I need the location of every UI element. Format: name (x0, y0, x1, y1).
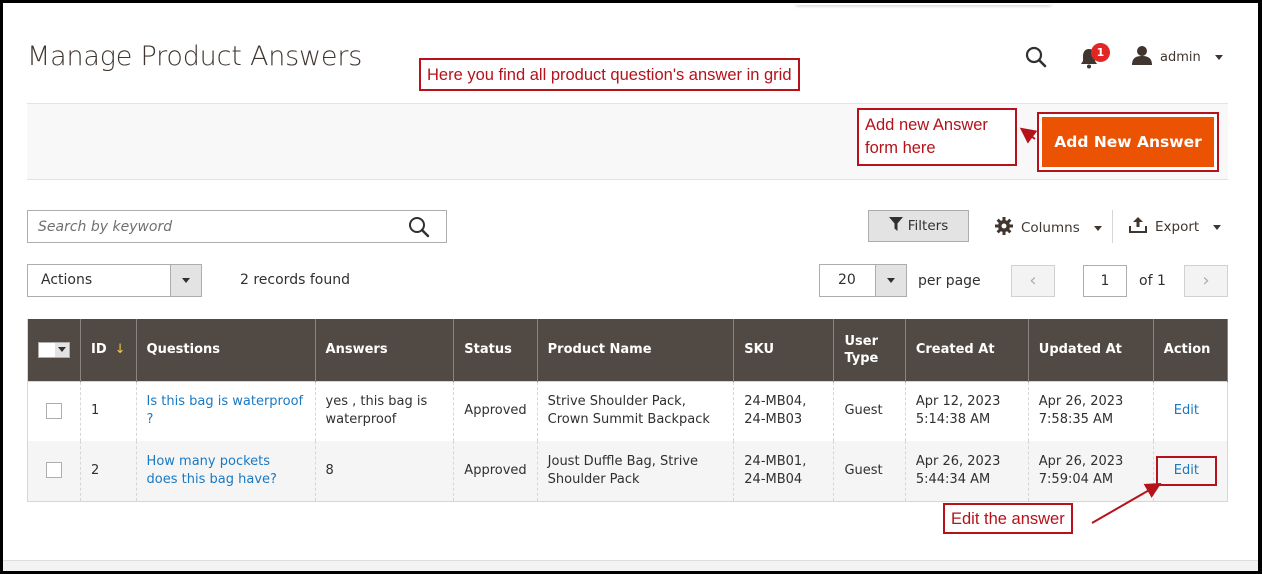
edit-link-highlight: Edit (1155, 455, 1217, 486)
question-link[interactable]: Is this bag is waterproof ? (147, 394, 304, 427)
row-checkbox[interactable] (46, 402, 62, 419)
edit-link[interactable]: Edit (1174, 403, 1199, 418)
chevron-down-icon (58, 347, 66, 353)
previous-page-button[interactable]: ‹ (1011, 265, 1055, 297)
user-icon (1132, 45, 1152, 69)
row-checkbox[interactable] (46, 462, 62, 479)
search-icon[interactable] (408, 216, 430, 238)
mass-actions-select[interactable]: Actions (27, 264, 202, 297)
column-header-created-at[interactable]: Created At (904, 319, 1029, 381)
cell-status: Approved (453, 381, 538, 441)
per-page-label: per page (918, 273, 981, 289)
chevron-right-icon: › (1202, 270, 1210, 291)
column-header-answers[interactable]: Answers (314, 319, 455, 381)
cell-sku: 24-MB04, 24-MB03 (733, 381, 835, 441)
column-header-status[interactable]: Status (453, 319, 538, 381)
export-button[interactable]: Export (1129, 217, 1222, 237)
annotation-edit-note: Edit the answer (943, 503, 1073, 534)
column-header-user-type[interactable]: User Type (833, 319, 906, 381)
cell-product-name: Joust Duffle Bag, Strive Shoulder Pack (536, 441, 735, 501)
filters-label: Filters (907, 218, 949, 234)
column-header-id[interactable]: ID ↓ (80, 319, 137, 381)
cell-question: Is this bag is waterproof ? (135, 381, 316, 441)
search-input[interactable] (28, 211, 398, 242)
columns-label: Columns (1021, 220, 1080, 236)
row-select-cell (27, 381, 81, 441)
table-row: 2 How many pockets does this bag have? 8… (27, 441, 1229, 501)
annotation-grid-note: Here you find all product question's ans… (419, 58, 800, 91)
notifications-count-badge[interactable]: 1 (1091, 43, 1110, 62)
page-footer-bar (3, 560, 1258, 571)
table-row: 1 Is this bag is waterproof ? yes , this… (27, 381, 1229, 441)
columns-button[interactable]: Columns (995, 217, 1102, 239)
answers-grid: ID ↓ Questions Answers Status Product Nam… (27, 319, 1229, 502)
column-header-questions[interactable]: Questions (135, 319, 316, 381)
grid-header-row: ID ↓ Questions Answers Status Product Nam… (27, 319, 1229, 381)
cell-user-type: Guest (833, 441, 906, 501)
cell-id: 1 (80, 381, 137, 441)
column-header-updated-at[interactable]: Updated At (1027, 319, 1154, 381)
actions-value: Actions (41, 272, 93, 288)
cell-answer: yes , this bag is waterproof (314, 381, 455, 441)
next-page-button[interactable]: › (1184, 265, 1228, 297)
cell-question: How many pockets does this bag have? (135, 441, 316, 501)
cell-product-name: Strive Shoulder Pack, Crown Summit Backp… (536, 381, 735, 441)
per-page-dropdown-toggle[interactable] (875, 265, 906, 296)
annotation-add-line1: Add new Answer (865, 116, 988, 134)
cell-user-type: Guest (833, 381, 906, 441)
filters-button[interactable]: Filters (868, 210, 969, 242)
chevron-down-icon (1213, 224, 1222, 230)
column-header-action: Action (1152, 319, 1229, 381)
mass-select-checkbox[interactable] (38, 341, 70, 358)
upload-icon (1129, 217, 1147, 237)
mass-select-header (27, 319, 81, 381)
cell-updated-at: Apr 26, 2023 7:59:04 AM (1027, 441, 1154, 501)
total-pages: of 1 (1139, 273, 1166, 289)
admin-user-menu[interactable]: admin (1132, 45, 1223, 69)
filter-funnel-icon (888, 217, 903, 235)
per-page-value: 20 (838, 272, 856, 288)
add-button-highlight: Add New Answer (1037, 112, 1219, 172)
cell-id: 2 (80, 441, 137, 501)
question-link[interactable]: How many pockets does this bag have? (147, 454, 277, 487)
records-found: 2 records found (240, 272, 350, 288)
cell-answer: 8 (314, 441, 455, 501)
chevron-down-icon (1214, 54, 1223, 60)
annotation-add-line2: form here (865, 139, 936, 157)
edit-link[interactable]: Edit (1174, 463, 1199, 478)
chevron-down-icon (182, 278, 190, 283)
actions-dropdown-toggle[interactable] (170, 265, 201, 296)
row-select-cell (27, 441, 81, 501)
chevron-down-icon (887, 278, 895, 283)
cell-updated-at: Apr 26, 2023 7:58:35 AM (1027, 381, 1154, 441)
global-search-icon[interactable] (1024, 45, 1048, 69)
cell-status: Approved (453, 441, 538, 501)
toolbar-divider (1112, 210, 1113, 243)
keyword-search (27, 210, 447, 243)
user-name: admin (1160, 49, 1201, 65)
chevron-down-icon (1093, 225, 1102, 231)
cell-action: Edit (1152, 381, 1229, 441)
cell-sku: 24-MB01, 24-MB04 (733, 441, 835, 501)
cell-created-at: Apr 12, 2023 5:14:38 AM (904, 381, 1029, 441)
chevron-left-icon: ‹ (1029, 270, 1037, 291)
column-header-product-name[interactable]: Product Name (536, 319, 735, 381)
per-page-select[interactable]: 20 (819, 264, 907, 297)
cell-action: Edit (1152, 441, 1229, 501)
page-title: Manage Product Answers (27, 41, 363, 72)
gear-icon (995, 217, 1013, 239)
add-new-answer-button[interactable]: Add New Answer (1042, 117, 1214, 167)
column-header-sku[interactable]: SKU (733, 319, 835, 381)
sort-descending-icon: ↓ (114, 342, 126, 358)
cell-created-at: Apr 26, 2023 5:44:34 AM (904, 441, 1029, 501)
current-page-input[interactable] (1083, 265, 1127, 297)
export-label: Export (1155, 219, 1200, 235)
top-shadow (796, 3, 1051, 5)
annotation-add-note: Add new Answer form here (857, 108, 1017, 166)
page: Manage Product Answers Here you find all… (3, 3, 1258, 571)
